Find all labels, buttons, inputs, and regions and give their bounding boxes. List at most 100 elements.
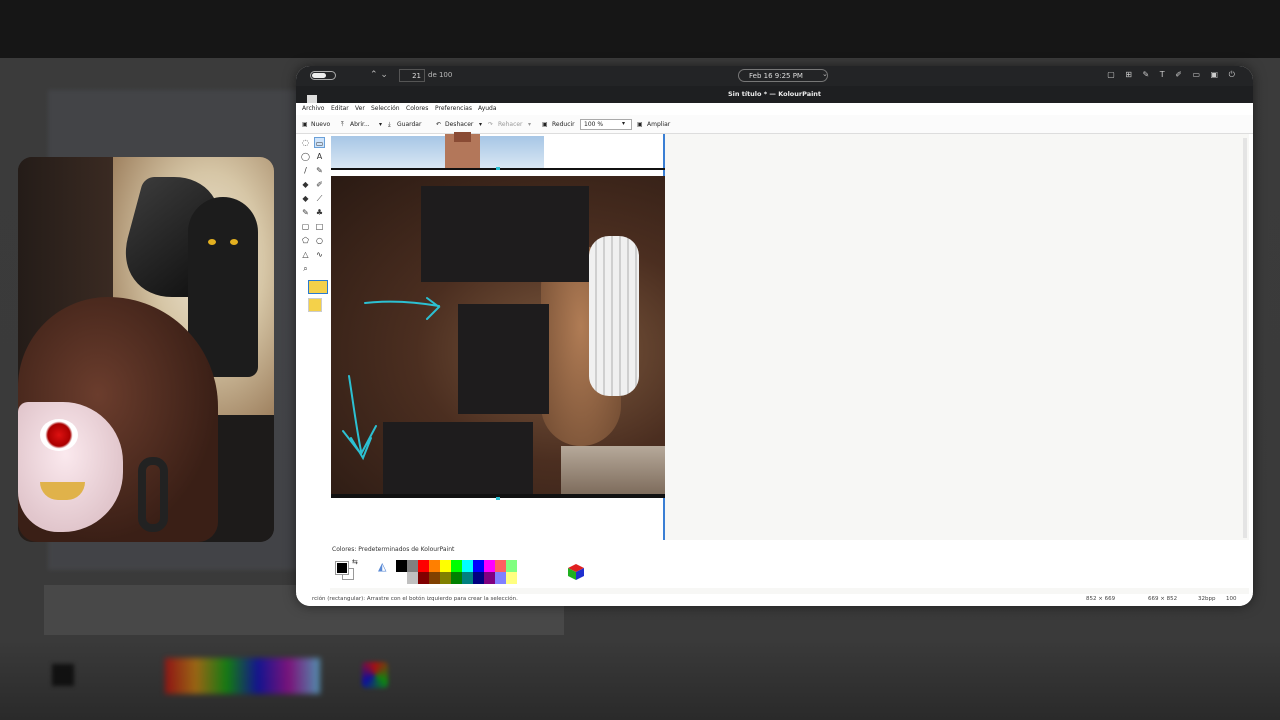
zoom-tool-icon[interactable]: ⌕: [300, 263, 311, 274]
rounded-rect-icon[interactable]: ▢: [300, 221, 311, 232]
palette-swatch[interactable]: [440, 560, 451, 572]
undo-dropdown-icon[interactable]: ▾: [479, 121, 482, 128]
image-fragment-sky: [331, 136, 544, 168]
vertical-scrollbar[interactable]: [1243, 138, 1247, 538]
polygon-icon[interactable]: ⬠: [300, 235, 311, 246]
palette-swatch[interactable]: [517, 572, 528, 584]
open-dropdown-icon[interactable]: ▾: [379, 121, 382, 128]
save-icon[interactable]: ⤓: [388, 121, 391, 129]
palette-swatch[interactable]: [473, 572, 484, 584]
palette-swatch[interactable]: [484, 560, 495, 572]
menu-editar[interactable]: Editar: [331, 105, 349, 112]
new-icon[interactable]: ▣: [302, 121, 308, 128]
status-selection-dims: 669 × 852: [1148, 596, 1178, 602]
fill-icon[interactable]: ◆: [300, 193, 311, 204]
annotation-arrow-down: [342, 375, 377, 461]
annotation-arrow-right: [364, 297, 441, 320]
palette-swatch[interactable]: [506, 572, 517, 584]
palette-swatch[interactable]: [451, 572, 462, 584]
open-button[interactable]: Abrir...: [350, 121, 370, 128]
polyline-icon[interactable]: △: [300, 249, 311, 260]
palette-swatch[interactable]: [528, 572, 539, 584]
menu-bar: Archivo Editar Ver Selección Colores Pre…: [296, 103, 1253, 115]
ellipse-select-icon[interactable]: ◯: [300, 151, 311, 162]
palette-swatch[interactable]: [473, 560, 484, 572]
palette-swatch[interactable]: [495, 560, 506, 572]
color-picker-icon[interactable]: ⟋: [314, 193, 325, 204]
zoom-in-button[interactable]: Ampliar: [647, 121, 670, 128]
palette-swatch[interactable]: [396, 572, 407, 584]
chevron-down-icon[interactable]: ⌄: [822, 70, 828, 78]
menu-preferencias[interactable]: Preferencias: [435, 105, 472, 112]
pen-tool-icon[interactable]: ✎: [314, 165, 325, 176]
headset: [138, 457, 168, 532]
color-eraser-icon[interactable]: ✎: [300, 207, 311, 218]
color-cube-icon[interactable]: [566, 562, 586, 582]
status-dims: 852 × 669: [1086, 596, 1116, 602]
palette-swatch[interactable]: [451, 560, 462, 572]
palette-swatch[interactable]: [506, 560, 517, 572]
date-time[interactable]: Feb 16 9:25 PM: [738, 69, 828, 82]
redo-dropdown-icon[interactable]: ▾: [528, 121, 531, 128]
palette-swatch[interactable]: [528, 560, 539, 572]
free-select-icon[interactable]: ◌: [300, 137, 311, 148]
selection-handle[interactable]: [496, 167, 500, 170]
palette-swatch[interactable]: [418, 560, 429, 572]
redo-button[interactable]: Rehacer: [498, 121, 523, 128]
brush-icon[interactable]: ✐: [314, 179, 325, 190]
open-icon[interactable]: ⤒: [341, 121, 344, 129]
zoom-in-icon[interactable]: ▣: [637, 121, 643, 128]
background-blur-cube: [362, 662, 388, 688]
rectangle-icon[interactable]: □: [314, 221, 325, 232]
menu-ver[interactable]: Ver: [355, 105, 365, 112]
zoom-out-button[interactable]: Reducir: [552, 121, 575, 128]
system-tray-icons[interactable]: ▢ ⊞ ✎ T ✐ ▭ ▣ ⏻: [1107, 70, 1239, 80]
menu-seleccion[interactable]: Selección: [371, 105, 400, 112]
palette-swatch[interactable]: [418, 572, 429, 584]
ellipse-icon[interactable]: ○: [314, 235, 325, 246]
rect-select-icon[interactable]: ▭: [314, 137, 325, 148]
page-number-input[interactable]: 21: [399, 69, 425, 82]
drawing-canvas[interactable]: [330, 132, 665, 546]
palette-swatch[interactable]: [407, 560, 418, 572]
page-nav-arrows-icon[interactable]: ⌃ ⌄: [370, 70, 388, 80]
foreground-color[interactable]: [335, 561, 349, 575]
eraser-icon[interactable]: ◆: [300, 179, 311, 190]
line-tool-icon[interactable]: /: [300, 165, 311, 176]
palette-swatch[interactable]: [484, 572, 495, 584]
status-message: rción (rectangular): Arrastre con el bot…: [312, 596, 518, 602]
canvas-area[interactable]: [330, 132, 1249, 606]
new-button[interactable]: Nuevo: [311, 121, 330, 128]
zoom-out-icon[interactable]: ▣: [542, 121, 548, 128]
palette-swatch[interactable]: [396, 560, 407, 572]
chevron-down-icon[interactable]: ▾: [622, 120, 625, 127]
save-button[interactable]: Guardar: [397, 121, 421, 128]
selection-opaque-icon[interactable]: [308, 280, 328, 294]
undo-button[interactable]: Deshacer: [445, 121, 473, 128]
swap-colors-icon[interactable]: ⇆: [352, 558, 358, 566]
palette-swatch[interactable]: [462, 560, 473, 572]
app-icon: [307, 95, 317, 103]
palette-swatch[interactable]: [517, 560, 528, 572]
transparent-color-icon[interactable]: ◭: [378, 560, 386, 573]
palette-swatch[interactable]: [462, 572, 473, 584]
menu-archivo[interactable]: Archivo: [302, 105, 324, 112]
fg-bg-colors[interactable]: ⇆: [335, 558, 358, 580]
spraycan-icon[interactable]: ♣: [314, 207, 325, 218]
menu-ayuda[interactable]: Ayuda: [478, 105, 497, 112]
selection-transparent-icon[interactable]: [308, 298, 322, 312]
palette-swatch[interactable]: [495, 572, 506, 584]
selection-handle[interactable]: [496, 497, 500, 500]
menu-colores[interactable]: Colores: [406, 105, 428, 112]
redo-icon[interactable]: ↷: [488, 121, 493, 128]
palette-swatch[interactable]: [407, 572, 418, 584]
pdf-viewer-topbar: ⌃ ⌄ 21 de 100 Feb 16 9:25 PM ⌄ ▢ ⊞ ✎ T ✐…: [296, 66, 1253, 86]
window-title: Sin título * — KolourPaint: [727, 90, 822, 98]
undo-icon[interactable]: ↶: [436, 121, 441, 128]
palette-swatch[interactable]: [440, 572, 451, 584]
color-palette[interactable]: [396, 560, 539, 585]
palette-swatch[interactable]: [429, 560, 440, 572]
palette-swatch[interactable]: [429, 572, 440, 584]
text-tool-icon[interactable]: A: [314, 151, 325, 162]
curve-icon[interactable]: ∿: [314, 249, 325, 260]
